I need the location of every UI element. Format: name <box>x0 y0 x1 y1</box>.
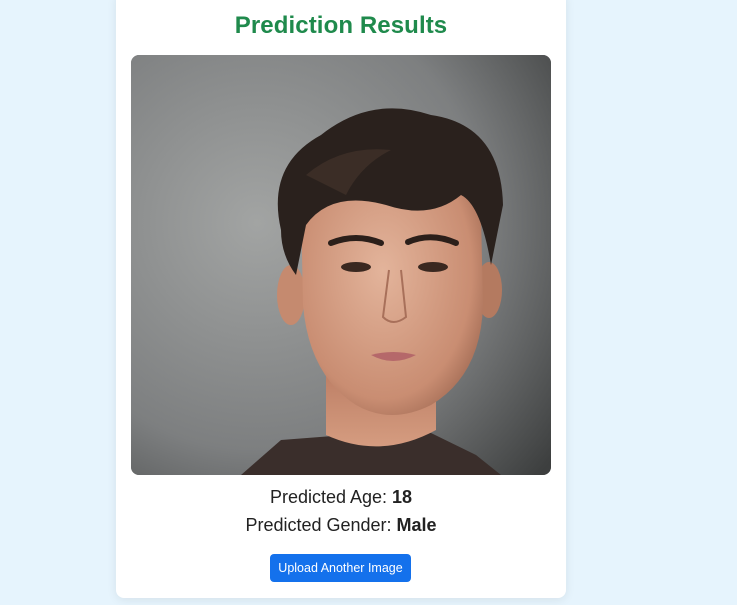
predicted-gender: Predicted Gender: Male <box>116 515 566 536</box>
predicted-age-label: Predicted Age: <box>269 487 393 507</box>
predicted-gender-label: Predicted Gender: <box>245 515 397 535</box>
results-card: Prediction Results Predicted Age: 18 Pre… <box>116 0 566 598</box>
predicted-age-value: 18 <box>392 487 413 507</box>
predicted-age: Predicted Age: 18 <box>116 487 566 508</box>
predicted-gender-value: Male <box>396 515 437 535</box>
page-title: Prediction Results <box>234 12 448 39</box>
uploaded-photo <box>131 55 551 475</box>
upload-another-image-button[interactable]: Upload Another Image <box>270 554 411 582</box>
